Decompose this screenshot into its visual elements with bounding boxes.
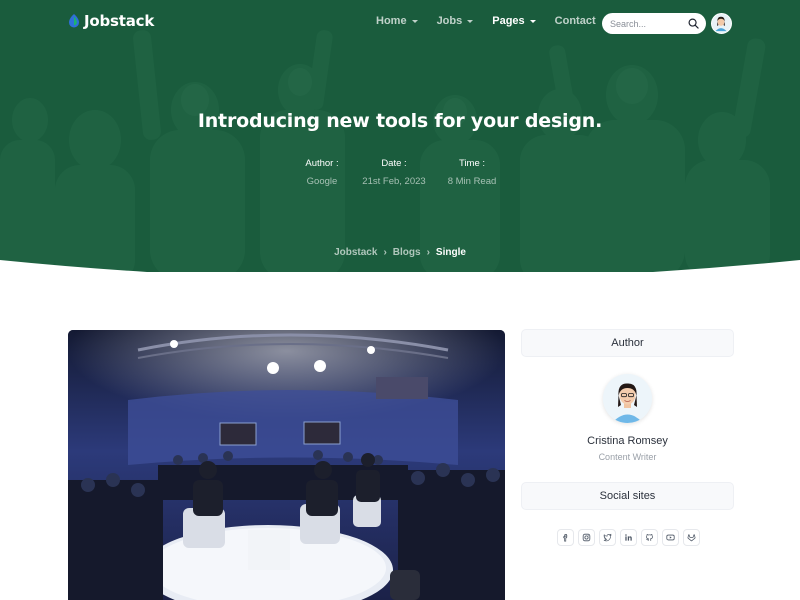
social-heading-box: Social sites bbox=[521, 482, 734, 510]
logo[interactable]: Jobstack bbox=[68, 12, 154, 30]
breadcrumb-link-blogs[interactable]: Blogs bbox=[393, 247, 421, 258]
conference-panel-photo bbox=[68, 330, 505, 600]
gitlab-link[interactable] bbox=[683, 529, 700, 546]
facebook-icon bbox=[563, 533, 568, 542]
meta-value: Google bbox=[306, 176, 338, 187]
meta-author: Author : Google bbox=[293, 158, 351, 187]
twitter-icon bbox=[603, 533, 612, 542]
meta-label: Author : bbox=[305, 158, 339, 169]
meta-time: Time : 8 Min Read bbox=[441, 158, 503, 187]
nav-item-jobs[interactable]: Jobs bbox=[437, 15, 474, 27]
user-avatar-image bbox=[712, 14, 730, 32]
instagram-icon bbox=[582, 533, 591, 542]
author-heading: Author bbox=[611, 337, 644, 349]
linkedin-icon bbox=[625, 534, 632, 541]
youtube-link[interactable] bbox=[662, 529, 679, 546]
facebook-link[interactable] bbox=[557, 529, 574, 546]
author-name[interactable]: Cristina Romsey bbox=[521, 435, 734, 447]
nav-item-pages[interactable]: Pages bbox=[492, 15, 536, 27]
nav-item-contact[interactable]: Contact bbox=[555, 15, 596, 27]
meta-label: Time : bbox=[458, 158, 486, 169]
linkedin-link[interactable] bbox=[620, 529, 637, 546]
search-input[interactable] bbox=[610, 18, 688, 29]
user-avatar[interactable] bbox=[711, 13, 732, 34]
meta-label: Date : bbox=[381, 158, 407, 169]
instagram-link[interactable] bbox=[578, 529, 595, 546]
author-avatar[interactable] bbox=[603, 374, 652, 423]
author-role: Content Writer bbox=[598, 452, 657, 462]
breadcrumb-link-jobstack[interactable]: Jobstack bbox=[334, 247, 377, 258]
chevron-down-icon bbox=[529, 20, 536, 23]
social-links bbox=[557, 529, 700, 546]
nav-menu: Home Jobs Pages Contact bbox=[376, 15, 615, 27]
nav-item-home[interactable]: Home bbox=[376, 15, 418, 27]
author-heading-box: Author bbox=[521, 329, 734, 357]
search-box bbox=[602, 13, 706, 34]
meta-value: 8 Min Read bbox=[447, 176, 497, 187]
logo-icon bbox=[69, 14, 79, 28]
chevron-right-icon: › bbox=[383, 247, 387, 258]
chevron-down-icon bbox=[411, 20, 418, 23]
gitlab-icon bbox=[687, 534, 696, 542]
youtube-icon bbox=[666, 534, 675, 541]
navbar: Jobstack Home Jobs Pages Contact bbox=[0, 0, 800, 46]
nav-item-label: Home bbox=[376, 15, 407, 27]
logo-text: Jobstack bbox=[84, 12, 155, 30]
nav-item-label: Jobs bbox=[436, 15, 463, 27]
page-title: Introducing new tools for your design. bbox=[197, 110, 603, 132]
breadcrumb-current: Single bbox=[435, 247, 466, 258]
post-featured-image bbox=[68, 330, 505, 600]
meta-value: 21st Feb, 2023 bbox=[362, 176, 426, 187]
nav-item-label: Pages bbox=[492, 15, 525, 27]
chevron-right-icon: › bbox=[426, 247, 430, 258]
github-link[interactable] bbox=[641, 529, 658, 546]
github-icon bbox=[646, 534, 653, 541]
social-heading: Social sites bbox=[599, 490, 656, 502]
author-avatar-image bbox=[603, 374, 652, 423]
search-icon[interactable] bbox=[688, 18, 699, 29]
chevron-down-icon bbox=[467, 20, 474, 23]
hero-section: Jobstack Home Jobs Pages Contact Search.… bbox=[0, 0, 800, 272]
meta-date: Date : 21st Feb, 2023 bbox=[360, 158, 428, 187]
nav-item-label: Contact bbox=[554, 15, 596, 27]
breadcrumb: Jobstack › Blogs › Single bbox=[0, 247, 800, 258]
twitter-link[interactable] bbox=[599, 529, 616, 546]
